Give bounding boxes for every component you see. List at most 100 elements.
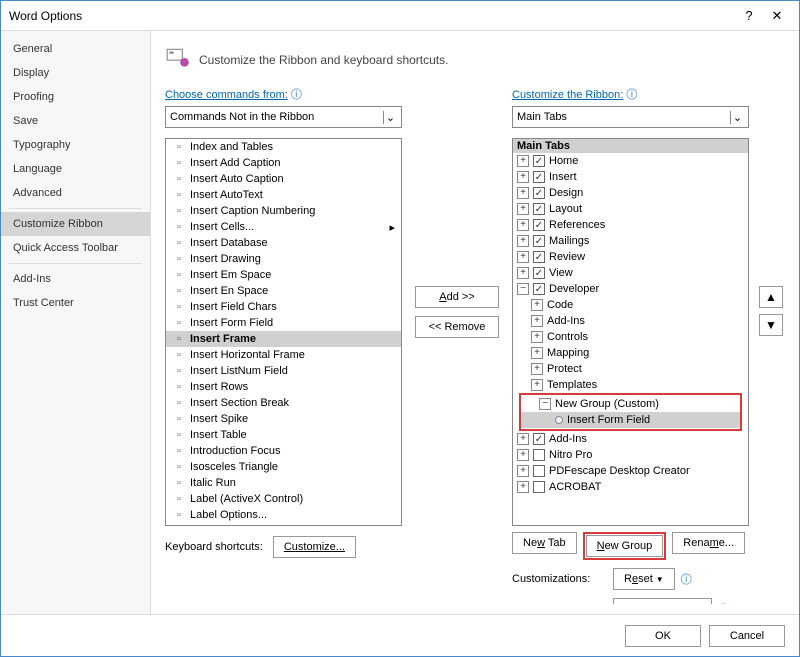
customize-ribbon-link[interactable]: Customize the Ribbon:: [512, 89, 623, 101]
rename-button[interactable]: Rename...: [672, 532, 745, 554]
choose-commands-combo[interactable]: Commands Not in the Ribbon ⌄: [165, 106, 402, 128]
expand-icon[interactable]: +: [517, 251, 529, 263]
expand-icon[interactable]: +: [517, 187, 529, 199]
expand-icon[interactable]: +: [531, 347, 543, 359]
command-item[interactable]: ▫Italic Run: [166, 475, 401, 491]
sidebar-item-trust-center[interactable]: Trust Center: [1, 291, 150, 315]
command-item[interactable]: ▫Insert Horizontal Frame: [166, 347, 401, 363]
help-button[interactable]: ?: [735, 5, 763, 27]
collapse-icon[interactable]: −: [517, 283, 529, 295]
new-group-button[interactable]: New Group: [586, 535, 664, 557]
sidebar-item-save[interactable]: Save: [1, 109, 150, 133]
sidebar-item-language[interactable]: Language: [1, 157, 150, 181]
command-item[interactable]: ▫Insert Table: [166, 427, 401, 443]
command-item[interactable]: ▫Insert En Space: [166, 283, 401, 299]
sidebar-item-add-ins[interactable]: Add-Ins: [1, 267, 150, 291]
checkbox-icon[interactable]: ✓: [533, 187, 545, 199]
info-icon[interactable]: ⓘ: [291, 89, 302, 101]
checkbox-icon[interactable]: ✓: [533, 155, 545, 167]
checkbox-icon[interactable]: ✓: [533, 235, 545, 247]
tree-row[interactable]: +✓Mailings: [513, 233, 748, 249]
remove-button[interactable]: << Remove: [415, 316, 499, 338]
tree-row-group[interactable]: +Mapping: [513, 345, 748, 361]
checkbox-icon[interactable]: ✓: [533, 171, 545, 183]
checkbox-checked-icon[interactable]: ✓: [533, 283, 545, 295]
command-item[interactable]: ▫Insert Database: [166, 235, 401, 251]
tree-row[interactable]: +Nitro Pro: [513, 447, 748, 463]
cancel-button[interactable]: Cancel: [709, 625, 785, 647]
expand-icon[interactable]: +: [517, 267, 529, 279]
expand-icon[interactable]: +: [531, 315, 543, 327]
sidebar-item-customize-ribbon[interactable]: Customize Ribbon: [1, 212, 150, 236]
expand-icon[interactable]: +: [531, 379, 543, 391]
expand-icon[interactable]: +: [517, 465, 529, 477]
import-export-button[interactable]: Import/Export▼: [613, 598, 712, 604]
tree-row[interactable]: +✓Layout: [513, 201, 748, 217]
move-up-button[interactable]: ▲: [759, 286, 783, 308]
checkbox-icon[interactable]: ✓: [533, 267, 545, 279]
tree-row-insert-form-field[interactable]: Insert Form Field: [521, 412, 740, 428]
tree-row[interactable]: +✓Insert: [513, 169, 748, 185]
checkbox-icon[interactable]: ✓: [533, 203, 545, 215]
commands-listbox[interactable]: ▫Index and Tables▫Insert Add Caption ▫Ins…: [165, 138, 402, 526]
tree-row[interactable]: +✓Add-Ins: [513, 431, 748, 447]
tree-row-group[interactable]: +Code: [513, 297, 748, 313]
sidebar-item-display[interactable]: Display: [1, 61, 150, 85]
ribbon-tree[interactable]: Main Tabs +✓Home+✓Insert+✓Design+✓Layout…: [512, 138, 749, 526]
expand-icon[interactable]: +: [517, 203, 529, 215]
command-item[interactable]: ▫Insert Caption Numbering: [166, 203, 401, 219]
command-item[interactable]: ▫Insert Section Break: [166, 395, 401, 411]
tree-row[interactable]: +✓Review: [513, 249, 748, 265]
command-item[interactable]: ▫Insert AutoText: [166, 187, 401, 203]
checkbox-icon[interactable]: ✓: [533, 219, 545, 231]
sidebar-item-quick-access[interactable]: Quick Access Toolbar: [1, 236, 150, 260]
tree-row[interactable]: +✓Home: [513, 153, 748, 169]
command-item[interactable]: ▫Insert Drawing: [166, 251, 401, 267]
collapse-icon[interactable]: −: [539, 398, 551, 410]
command-item[interactable]: ▫Insert Field Chars: [166, 299, 401, 315]
command-item[interactable]: ▫Insert Add Caption: [166, 155, 401, 171]
sidebar-item-general[interactable]: General: [1, 37, 150, 61]
tree-row[interactable]: +ACROBAT: [513, 479, 748, 495]
customize-shortcuts-button[interactable]: Customize...: [273, 536, 356, 558]
add-button[interactable]: Add >>: [415, 286, 499, 308]
info-icon[interactable]: ⓘ: [718, 601, 729, 604]
expand-icon[interactable]: +: [517, 433, 529, 445]
expand-icon[interactable]: +: [517, 235, 529, 247]
move-down-button[interactable]: ▼: [759, 314, 783, 336]
info-icon[interactable]: ⓘ: [626, 89, 637, 101]
command-item[interactable]: ▫Insert Frame: [166, 331, 401, 347]
command-item[interactable]: ▫Isosceles Triangle: [166, 459, 401, 475]
command-item[interactable]: ▫Insert Cells...▸: [166, 219, 401, 235]
expand-icon[interactable]: +: [517, 481, 529, 493]
tree-row[interactable]: +✓References: [513, 217, 748, 233]
command-item[interactable]: ▫Insert Spike: [166, 411, 401, 427]
command-item[interactable]: ▫Insert Rows: [166, 379, 401, 395]
tree-row[interactable]: +✓View: [513, 265, 748, 281]
expand-icon[interactable]: +: [531, 331, 543, 343]
info-icon[interactable]: ⓘ: [681, 571, 692, 587]
tree-row-group[interactable]: +Controls: [513, 329, 748, 345]
ok-button[interactable]: OK: [625, 625, 701, 647]
checkbox-icon[interactable]: ✓: [533, 251, 545, 263]
command-item[interactable]: ▫Index and Tables: [166, 139, 401, 155]
command-item[interactable]: ▫Insert Form Field: [166, 315, 401, 331]
tree-row-developer[interactable]: − ✓ Developer: [513, 281, 748, 297]
command-item[interactable]: ▫Label (ActiveX Control): [166, 491, 401, 507]
command-item[interactable]: ▫Insert Em Space: [166, 267, 401, 283]
customize-ribbon-combo[interactable]: Main Tabs ⌄: [512, 106, 749, 128]
close-button[interactable]: ✕: [763, 5, 791, 27]
checkbox-icon[interactable]: [533, 449, 545, 461]
sidebar-item-advanced[interactable]: Advanced: [1, 181, 150, 205]
tree-row[interactable]: +PDFescape Desktop Creator: [513, 463, 748, 479]
sidebar-item-typography[interactable]: Typography: [1, 133, 150, 157]
checkbox-icon[interactable]: [533, 465, 545, 477]
expand-icon[interactable]: +: [517, 171, 529, 183]
tree-row-group[interactable]: +Add-Ins: [513, 313, 748, 329]
command-item[interactable]: ▫Label Options...: [166, 507, 401, 523]
tree-row-group[interactable]: +Protect: [513, 361, 748, 377]
tree-row-group[interactable]: +Templates: [513, 377, 748, 393]
checkbox-icon[interactable]: ✓: [533, 433, 545, 445]
choose-commands-link[interactable]: Choose commands from:: [165, 89, 288, 101]
expand-icon[interactable]: +: [531, 363, 543, 375]
